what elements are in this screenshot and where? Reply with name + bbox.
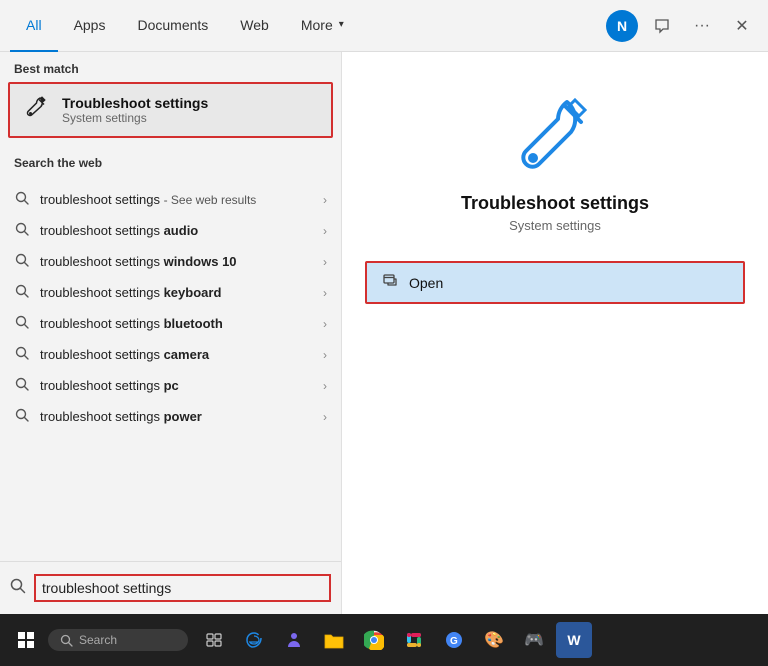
tab-documents-label: Documents (137, 17, 208, 33)
search-item-8[interactable]: troubleshoot settings power › (0, 401, 341, 432)
search-icon-7 (14, 377, 30, 394)
ellipsis-button[interactable]: ··· (686, 10, 718, 42)
tab-apps-label: Apps (74, 17, 106, 33)
taskbar-search-text: Search (79, 633, 117, 647)
svg-text:G: G (450, 636, 458, 647)
avatar[interactable]: N (606, 10, 638, 42)
search-item-1[interactable]: troubleshoot settings - See web results … (0, 184, 341, 215)
right-panel: Troubleshoot settings System settings Op… (342, 52, 768, 614)
taskbar-chrome-icon[interactable] (356, 622, 392, 658)
search-item-6-text: troubleshoot settings camera (40, 347, 313, 362)
detail-subtitle: System settings (509, 218, 601, 233)
web-search-label: Search the web (0, 146, 341, 176)
search-item-4-arrow: › (323, 286, 327, 300)
detail-wrench-icon (515, 92, 595, 172)
tab-web[interactable]: Web (224, 0, 285, 52)
search-icon-4 (14, 284, 30, 301)
search-item-7[interactable]: troubleshoot settings pc › (0, 370, 341, 401)
best-match-item[interactable]: Troubleshoot settings System settings (8, 82, 333, 138)
search-item-3-text: troubleshoot settings windows 10 (40, 254, 313, 269)
best-match-label: Best match (0, 52, 341, 82)
search-item-5[interactable]: troubleshoot settings bluetooth › (0, 308, 341, 339)
tab-all[interactable]: All (10, 0, 58, 52)
open-label: Open (409, 275, 443, 291)
search-icon-2 (14, 222, 30, 239)
taskbar-search[interactable]: Search (48, 629, 188, 651)
tab-more-label: More (301, 17, 333, 33)
search-section: troubleshoot settings - See web results … (0, 176, 341, 440)
taskbar: Search (0, 614, 768, 666)
search-item-7-arrow: › (323, 379, 327, 393)
search-icon-3 (14, 253, 30, 270)
search-item-8-text: troubleshoot settings power (40, 409, 313, 424)
tab-web-label: Web (240, 17, 269, 33)
search-item-2[interactable]: troubleshoot settings audio › (0, 215, 341, 246)
taskbar-teams-icon[interactable] (276, 622, 312, 658)
search-item-6-arrow: › (323, 348, 327, 362)
nav-controls: N ··· ✕ (606, 10, 758, 42)
search-item-3-arrow: › (323, 255, 327, 269)
search-item-4[interactable]: troubleshoot settings keyboard › (0, 277, 341, 308)
best-match-subtitle: System settings (62, 111, 208, 125)
detail-icon-wrap (515, 92, 595, 177)
open-button[interactable]: Open (365, 261, 745, 304)
open-btn-icon (383, 273, 399, 292)
taskbar-explorer-icon[interactable] (316, 622, 352, 658)
wrench-icon (24, 94, 50, 126)
taskbar-slack-icon[interactable] (396, 622, 432, 658)
search-bar-icon (10, 578, 26, 599)
taskbar-google-icon[interactable]: G (436, 622, 472, 658)
search-icon-8 (14, 408, 30, 425)
tab-apps[interactable]: Apps (58, 0, 122, 52)
search-icon-6 (14, 346, 30, 363)
search-icon-1 (14, 191, 30, 208)
search-item-3[interactable]: troubleshoot settings windows 10 › (0, 246, 341, 277)
taskbar-start-button[interactable] (8, 622, 44, 658)
best-match-title: Troubleshoot settings (62, 95, 208, 111)
close-button[interactable]: ✕ (726, 10, 758, 42)
search-bar-container (0, 561, 341, 614)
more-dropdown-icon: ▾ (339, 19, 344, 30)
search-item-2-arrow: › (323, 224, 327, 238)
tab-all-label: All (26, 17, 42, 33)
taskbar-xbox-icon[interactable]: 🎮 (516, 622, 552, 658)
search-item-4-text: troubleshoot settings keyboard (40, 285, 313, 300)
search-item-5-text: troubleshoot settings bluetooth (40, 316, 313, 331)
search-input[interactable] (34, 574, 331, 602)
search-item-7-text: troubleshoot settings pc (40, 378, 313, 393)
tab-documents[interactable]: Documents (121, 0, 224, 52)
chat-icon-button[interactable] (646, 10, 678, 42)
top-nav: All Apps Documents Web More ▾ N ··· ✕ (0, 0, 768, 52)
search-item-1-text: troubleshoot settings - See web results (40, 192, 313, 207)
search-item-2-text: troubleshoot settings audio (40, 223, 313, 238)
tab-more[interactable]: More ▾ (285, 0, 360, 52)
search-item-6[interactable]: troubleshoot settings camera › (0, 339, 341, 370)
taskbar-taskview-button[interactable] (196, 622, 232, 658)
taskbar-paint-icon[interactable]: 🎨 (476, 622, 512, 658)
search-bar (0, 562, 341, 614)
detail-title: Troubleshoot settings (461, 193, 649, 214)
search-item-5-arrow: › (323, 317, 327, 331)
left-panel: Best match Troubleshoot settings System … (0, 52, 342, 614)
taskbar-edge-icon[interactable] (236, 622, 272, 658)
nav-tabs: All Apps Documents Web More ▾ (10, 0, 606, 52)
best-match-text: Troubleshoot settings System settings (62, 95, 208, 125)
search-item-1-arrow: › (323, 193, 327, 207)
open-button-wrap: Open (365, 261, 745, 304)
search-icon-5 (14, 315, 30, 332)
search-item-8-arrow: › (323, 410, 327, 424)
main-content: Best match Troubleshoot settings System … (0, 52, 768, 614)
taskbar-word-icon[interactable]: W (556, 622, 592, 658)
